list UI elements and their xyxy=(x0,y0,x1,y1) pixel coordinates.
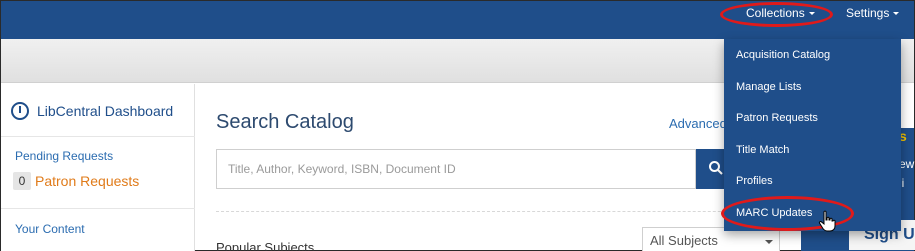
menu-item-profiles[interactable]: Profiles xyxy=(736,175,773,187)
sidebar-divider xyxy=(1,136,195,137)
nav-settings[interactable]: Settings xyxy=(846,1,900,27)
signup-panel-text: ew xyxy=(899,157,915,171)
gauge-icon xyxy=(11,102,29,120)
sidebar-divider xyxy=(1,208,195,209)
search-icon xyxy=(709,160,723,175)
sidebar: LibCentral Dashboard Pending Requests 0 … xyxy=(1,84,195,251)
popular-subjects-heading: Popular Subjects xyxy=(216,240,315,251)
menu-item-patron-requests[interactable]: Patron Requests xyxy=(736,112,818,124)
main-content: Search Catalog Advanced Popular Subjects… xyxy=(196,84,801,251)
section-divider xyxy=(216,211,776,212)
page-title: Search Catalog xyxy=(216,111,354,133)
menu-item-title-match[interactable]: Title Match xyxy=(736,144,789,156)
collections-highlight-ellipse xyxy=(720,2,833,27)
sidebar-pending-requests[interactable]: Pending Requests xyxy=(15,149,113,163)
advanced-search-link[interactable]: Advanced xyxy=(669,116,727,131)
sidebar-your-content[interactable]: Your Content xyxy=(15,222,85,236)
sidebar-patron-label: Patron Requests xyxy=(35,173,140,189)
caret-down-icon xyxy=(893,12,900,16)
menu-item-manage-lists[interactable]: Manage Lists xyxy=(736,81,801,93)
search-input[interactable] xyxy=(216,149,696,189)
sidebar-dashboard-link[interactable]: LibCentral Dashboard xyxy=(11,102,173,120)
patron-count-badge: 0 xyxy=(13,172,31,190)
chevron-down-icon xyxy=(765,240,773,244)
subjects-select-value: All Subjects xyxy=(650,233,718,248)
nav-settings-label: Settings xyxy=(846,6,890,20)
sidebar-dashboard-label: LibCentral Dashboard xyxy=(37,103,174,119)
sidebar-item-patron-requests[interactable]: 0 Patron Requests xyxy=(13,172,139,190)
menu-item-acquisition-catalog[interactable]: Acquisition Catalog xyxy=(736,49,830,61)
hand-pointer-icon xyxy=(818,210,836,232)
